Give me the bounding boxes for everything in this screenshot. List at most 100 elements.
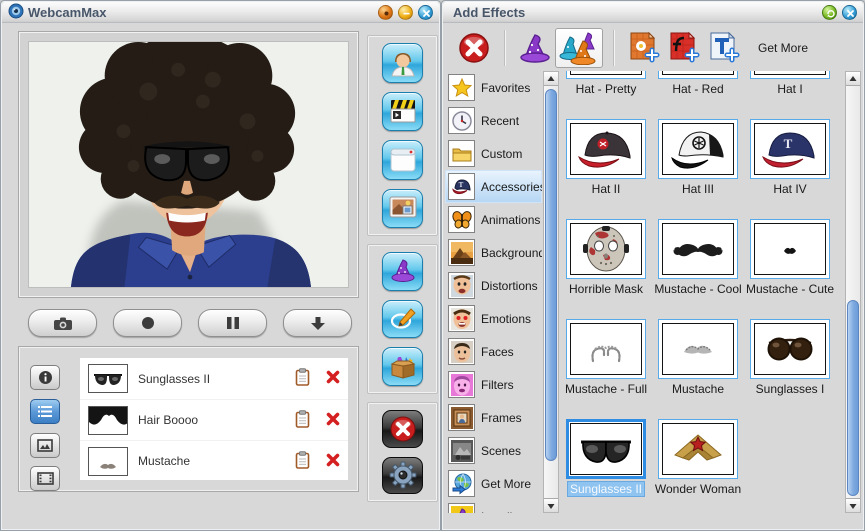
effect-hat-1[interactable]: Hat I xyxy=(750,71,830,96)
scrollbar-thumb[interactable] xyxy=(545,89,557,461)
thumbnail-view-button[interactable] xyxy=(30,433,60,458)
clipboard-icon[interactable] xyxy=(295,368,310,389)
category-recent[interactable]: Recent xyxy=(445,104,542,137)
add-picture-button[interactable] xyxy=(624,28,664,68)
grid-row: Horrible Mask Mustache - Cool Mustache -… xyxy=(566,219,830,296)
effect-mustache-cool[interactable]: Mustache - Cool xyxy=(658,219,738,296)
pause-icon xyxy=(226,316,240,330)
grid-row: Sunglasses II Wonder Woman xyxy=(566,419,738,496)
effect-hat-red[interactable]: Hat - Red xyxy=(658,71,738,96)
remove-effect-button[interactable] xyxy=(326,412,340,429)
effect-mustache-full[interactable]: Mustache - Full xyxy=(566,319,646,396)
gear-icon xyxy=(389,461,417,489)
record-button[interactable] xyxy=(113,309,182,337)
add-text-button[interactable] xyxy=(704,28,744,68)
list-view-button[interactable] xyxy=(30,399,60,424)
pause-button[interactable] xyxy=(198,309,267,337)
window-mode-button[interactable] xyxy=(382,140,423,180)
mustache-cute-thumb xyxy=(754,223,826,275)
effect-hat-pretty[interactable]: Hat - Pretty xyxy=(566,71,646,96)
close-button[interactable] xyxy=(418,5,433,20)
effect-hat-2[interactable]: Hat II xyxy=(566,119,646,196)
delete-x-icon xyxy=(326,412,340,426)
effect-hat-4[interactable]: T Hat IV xyxy=(750,119,830,196)
effect-horrible-mask[interactable]: Horrible Mask xyxy=(566,219,646,296)
scrollbar-thumb[interactable] xyxy=(847,300,859,496)
exit-button[interactable] xyxy=(382,410,423,448)
picture-in-picture-button[interactable] xyxy=(382,189,423,229)
category-backgrounds[interactable]: Backgrounds xyxy=(445,236,542,269)
effect-hat-3[interactable]: Hat III xyxy=(658,119,738,196)
picture-icon xyxy=(37,439,53,452)
desktop: { "left_window": { "title": "WebcamMax",… xyxy=(0,0,865,531)
pin-button[interactable] xyxy=(378,5,393,20)
effect-wonder-woman[interactable]: Wonder Woman xyxy=(658,419,738,496)
video-preview-frame xyxy=(18,31,359,298)
scroll-down-button[interactable] xyxy=(544,498,558,512)
add-effects-titlebar[interactable]: Add Effects xyxy=(443,2,863,23)
category-favorites[interactable]: Favorites xyxy=(445,71,542,104)
save-button[interactable] xyxy=(283,309,352,337)
effect-mustache-cute[interactable]: Mustache - Cute xyxy=(750,219,830,296)
clipboard-icon[interactable] xyxy=(295,410,310,431)
category-filters[interactable]: Filters xyxy=(445,368,542,401)
wonder-woman-thumb xyxy=(662,423,734,475)
video-source-button[interactable] xyxy=(382,92,423,132)
snapshot-button[interactable] xyxy=(28,309,97,337)
clear-effects-button[interactable] xyxy=(454,28,494,68)
scroll-down-button[interactable] xyxy=(846,498,860,512)
scroll-up-button[interactable] xyxy=(544,72,558,86)
category-faces[interactable]: Faces xyxy=(445,335,542,368)
category-install[interactable]: Install xyxy=(445,500,542,513)
list-item[interactable]: Sunglasses II xyxy=(80,358,348,399)
window-title: WebcamMax xyxy=(28,5,107,20)
category-animations[interactable]: Animations xyxy=(445,203,542,236)
effect-mustache[interactable]: Mustache xyxy=(658,319,738,396)
minimize-button[interactable] xyxy=(398,5,413,20)
grid-scrollbar[interactable] xyxy=(845,71,861,513)
single-effect-tab[interactable] xyxy=(515,28,555,68)
category-frames[interactable]: Frames xyxy=(445,401,542,434)
camera-icon xyxy=(53,316,73,331)
effects-button[interactable] xyxy=(382,252,423,291)
person-icon xyxy=(389,49,417,77)
effect-sunglasses-2[interactable]: Sunglasses II xyxy=(566,419,646,496)
category-emotions[interactable]: Emotions xyxy=(445,302,542,335)
effects-package-button[interactable] xyxy=(382,347,423,386)
remove-effect-button[interactable] xyxy=(326,453,340,470)
category-accessories[interactable]: T Accessories xyxy=(445,170,542,203)
webcammax-titlebar[interactable]: WebcamMax xyxy=(2,2,439,23)
filmstrip-view-button[interactable] xyxy=(30,466,60,491)
add-flash-icon xyxy=(667,31,701,65)
category-distortions[interactable]: Distortions xyxy=(445,269,542,302)
distorted-face-icon xyxy=(448,272,475,299)
refresh-button[interactable] xyxy=(822,5,837,20)
info-view-button[interactable] xyxy=(30,365,60,390)
scroll-up-button[interactable] xyxy=(846,72,860,86)
desert-icon xyxy=(448,239,475,266)
wizard-hats-icon xyxy=(558,31,600,65)
doodle-button[interactable] xyxy=(382,300,423,339)
mustache-full-thumb xyxy=(570,323,642,375)
category-scrollbar[interactable] xyxy=(543,71,559,513)
clipboard-icon[interactable] xyxy=(295,451,310,472)
source-button-group xyxy=(367,35,438,236)
category-custom[interactable]: Custom xyxy=(445,137,542,170)
multi-effect-tab[interactable] xyxy=(555,28,603,68)
category-get-more[interactable]: Get More xyxy=(445,467,542,500)
add-flash-button[interactable] xyxy=(664,28,704,68)
sunglasses-thumb xyxy=(88,364,128,393)
delete-x-icon xyxy=(326,370,340,384)
effects-box-icon xyxy=(389,354,417,380)
mustache-thumb xyxy=(88,447,128,476)
webcam-source-button[interactable] xyxy=(382,43,423,83)
close-red-icon xyxy=(389,415,417,443)
sunglasses-2-thumb xyxy=(570,423,642,475)
list-item[interactable]: Hair Boooo xyxy=(80,399,348,440)
close-panel-button[interactable] xyxy=(842,5,857,20)
remove-effect-button[interactable] xyxy=(326,370,340,387)
effect-sunglasses-1[interactable]: Sunglasses I xyxy=(750,319,830,396)
list-item[interactable]: Mustache xyxy=(80,440,348,480)
settings-button[interactable] xyxy=(382,457,423,495)
category-scenes[interactable]: Scenes xyxy=(445,434,542,467)
